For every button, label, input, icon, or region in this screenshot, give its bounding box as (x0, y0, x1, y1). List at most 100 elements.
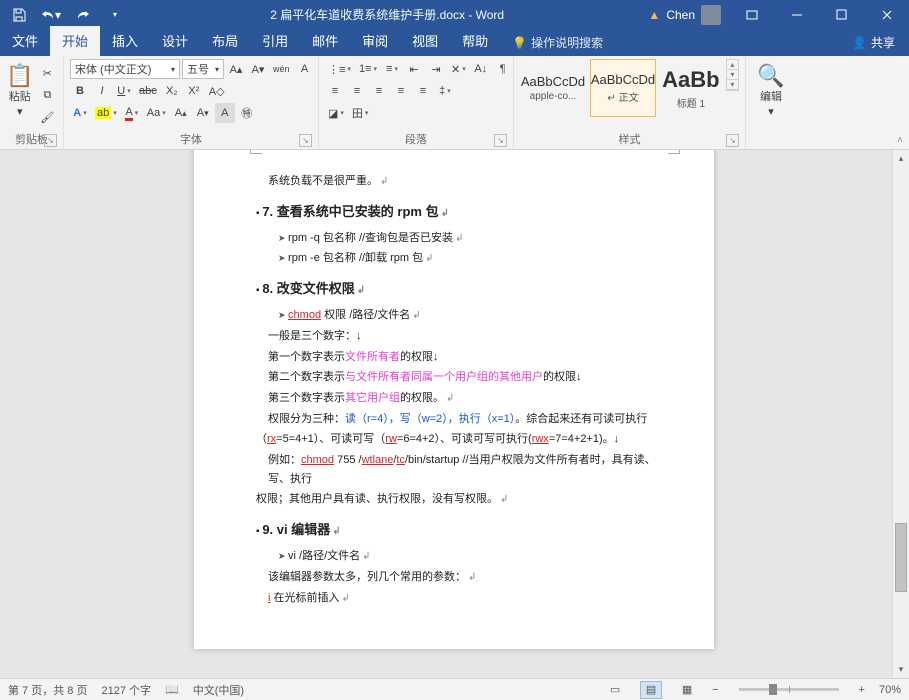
scroll-up-icon[interactable]: ▴ (727, 60, 738, 70)
body-text: rpm -q 包名称 //查询包是否已安装 (256, 229, 668, 248)
tab-layout[interactable]: 布局 (200, 26, 250, 56)
scroll-down-button[interactable]: ▾ (893, 661, 909, 678)
tab-insert[interactable]: 插入 (100, 26, 150, 56)
find-button[interactable]: 🔍 编辑 ▾ (752, 59, 790, 118)
italic-button[interactable]: I (92, 81, 112, 101)
margin-mark (250, 150, 262, 154)
justify-button[interactable]: ≡ (391, 81, 411, 101)
tab-review[interactable]: 审阅 (350, 26, 400, 56)
styles-scroll[interactable]: ▴▾▾ (726, 59, 739, 91)
scroll-up-button[interactable]: ▴ (893, 150, 909, 167)
zoom-out-button[interactable]: − (712, 684, 718, 696)
bullets-button[interactable]: ⋮≡▾ (325, 59, 354, 79)
char-border-button[interactable]: A (295, 59, 315, 79)
text-effects-button[interactable]: A▾ (70, 103, 90, 123)
redo-button[interactable] (70, 3, 96, 27)
paste-button[interactable]: 📋 粘贴 ▾ (6, 59, 33, 118)
save-button[interactable] (6, 3, 32, 27)
body-text: i 在光标前插入 (256, 589, 668, 608)
grow-font-button[interactable]: A▴ (226, 59, 246, 79)
change-case-button[interactable]: Aa▾ (144, 103, 169, 123)
shrink-font-button[interactable]: A▾ (248, 59, 268, 79)
enclose-char-button[interactable]: ㊕ (237, 103, 257, 123)
warning-icon: ▲ (648, 8, 660, 22)
window-controls (729, 0, 909, 29)
web-layout-button[interactable]: ▦ (676, 681, 698, 699)
paste-label: 粘贴 (9, 91, 31, 103)
tab-view[interactable]: 视图 (400, 26, 450, 56)
qat-customize-button[interactable]: ▾ (102, 3, 128, 27)
vertical-scrollbar[interactable]: ▴ ▾ (892, 150, 909, 678)
align-left-button[interactable]: ≡ (325, 81, 345, 101)
highlight-button[interactable]: ab▾ (92, 103, 120, 123)
tab-help[interactable]: 帮助 (450, 26, 500, 56)
shading-button[interactable]: ◪▾ (325, 103, 347, 123)
increase-indent-button[interactable]: ⇥ (426, 59, 446, 79)
distributed-button[interactable]: ≡ (413, 81, 433, 101)
minimize-button[interactable] (774, 0, 819, 29)
collapse-ribbon-button[interactable]: ˄ (897, 135, 903, 146)
multilevel-button[interactable]: ≡▾ (382, 59, 402, 79)
maximize-button[interactable] (819, 0, 864, 29)
grow-font2-button[interactable]: A▴ (171, 103, 191, 123)
close-button[interactable] (864, 0, 909, 29)
share-button[interactable]: 👤共享 (838, 29, 909, 56)
tab-file[interactable]: 文件 (0, 26, 50, 56)
tab-home[interactable]: 开始 (50, 26, 100, 56)
borders-button[interactable]: 田▾ (349, 103, 372, 123)
line-spacing-button[interactable]: ‡▾ (435, 81, 455, 101)
tab-design[interactable]: 设计 (150, 26, 200, 56)
style-normal[interactable]: AaBbCcDd↵ 正文 (590, 59, 656, 117)
sort-button[interactable]: A↓ (471, 59, 491, 79)
zoom-slider[interactable] (739, 688, 839, 691)
dialog-launcher[interactable]: ↘ (299, 134, 312, 147)
spell-check-icon[interactable]: 📖 (165, 683, 179, 696)
copy-button[interactable]: ⧉ (37, 85, 57, 105)
clear-format-button[interactable]: A◇ (206, 81, 228, 101)
ribbon-display-button[interactable] (729, 0, 774, 29)
dialog-launcher[interactable]: ↘ (44, 134, 57, 147)
cut-button[interactable]: ✂ (37, 63, 57, 83)
dialog-launcher[interactable]: ↘ (494, 134, 507, 147)
zoom-level[interactable]: 70% (879, 684, 901, 696)
tab-mailings[interactable]: 邮件 (300, 26, 350, 56)
numbering-button[interactable]: 1≡▾ (356, 59, 380, 79)
char-shading-button[interactable]: A (215, 103, 235, 123)
word-count[interactable]: 2127 个字 (101, 682, 151, 698)
style-heading1[interactable]: AaBb标题 1 (660, 59, 722, 117)
scroll-thumb[interactable] (895, 523, 907, 592)
slider-handle[interactable] (769, 684, 777, 695)
language-indicator[interactable]: 中文(中国) (193, 682, 244, 698)
underline-button[interactable]: U▾ (114, 81, 134, 101)
format-painter-button[interactable]: 🖌 (37, 107, 57, 127)
font-size-combo[interactable]: 五号▾ (182, 59, 224, 79)
tab-references[interactable]: 引用 (250, 26, 300, 56)
shrink-font2-button[interactable]: A▾ (193, 103, 213, 123)
page-indicator[interactable]: 第 7 页，共 8 页 (8, 682, 87, 698)
zoom-in-button[interactable]: + (859, 684, 865, 696)
style-apple[interactable]: AaBbCcDdapple-co... (520, 59, 586, 117)
group-styles: AaBbCcDdapple-co... AaBbCcDd↵ 正文 AaBb标题 … (514, 56, 746, 149)
subscript-button[interactable]: X₂ (162, 81, 182, 101)
undo-button[interactable]: ▾ (38, 3, 64, 27)
phonetic-guide-button[interactable]: wén (270, 59, 293, 79)
tell-me[interactable]: 💡操作说明搜索 (500, 29, 615, 56)
font-color-button[interactable]: A▾ (122, 103, 142, 123)
strikethrough-button[interactable]: abc (136, 81, 160, 101)
scroll-down-icon[interactable]: ▾ (727, 70, 738, 80)
align-right-button[interactable]: ≡ (369, 81, 389, 101)
font-name-combo[interactable]: 宋体 (中文正文)▾ (70, 59, 180, 79)
group-label: 字体↘ (70, 130, 312, 147)
print-layout-button[interactable]: ▤ (640, 681, 662, 699)
align-center-button[interactable]: ≡ (347, 81, 367, 101)
decrease-indent-button[interactable]: ⇤ (404, 59, 424, 79)
dialog-launcher[interactable]: ↘ (726, 134, 739, 147)
account-area[interactable]: ▲ Chen (640, 5, 729, 25)
read-mode-button[interactable]: ▭ (604, 681, 626, 699)
page[interactable]: 系统负载不是很严重。 7. 查看系统中已安装的 rpm 包 rpm -q 包名称… (194, 150, 714, 649)
show-marks-button[interactable]: ¶ (493, 59, 513, 79)
asian-layout-button[interactable]: ✕▾ (448, 59, 469, 79)
superscript-button[interactable]: X² (184, 81, 204, 101)
styles-expand-icon[interactable]: ▾ (727, 80, 738, 90)
bold-button[interactable]: B (70, 81, 90, 101)
